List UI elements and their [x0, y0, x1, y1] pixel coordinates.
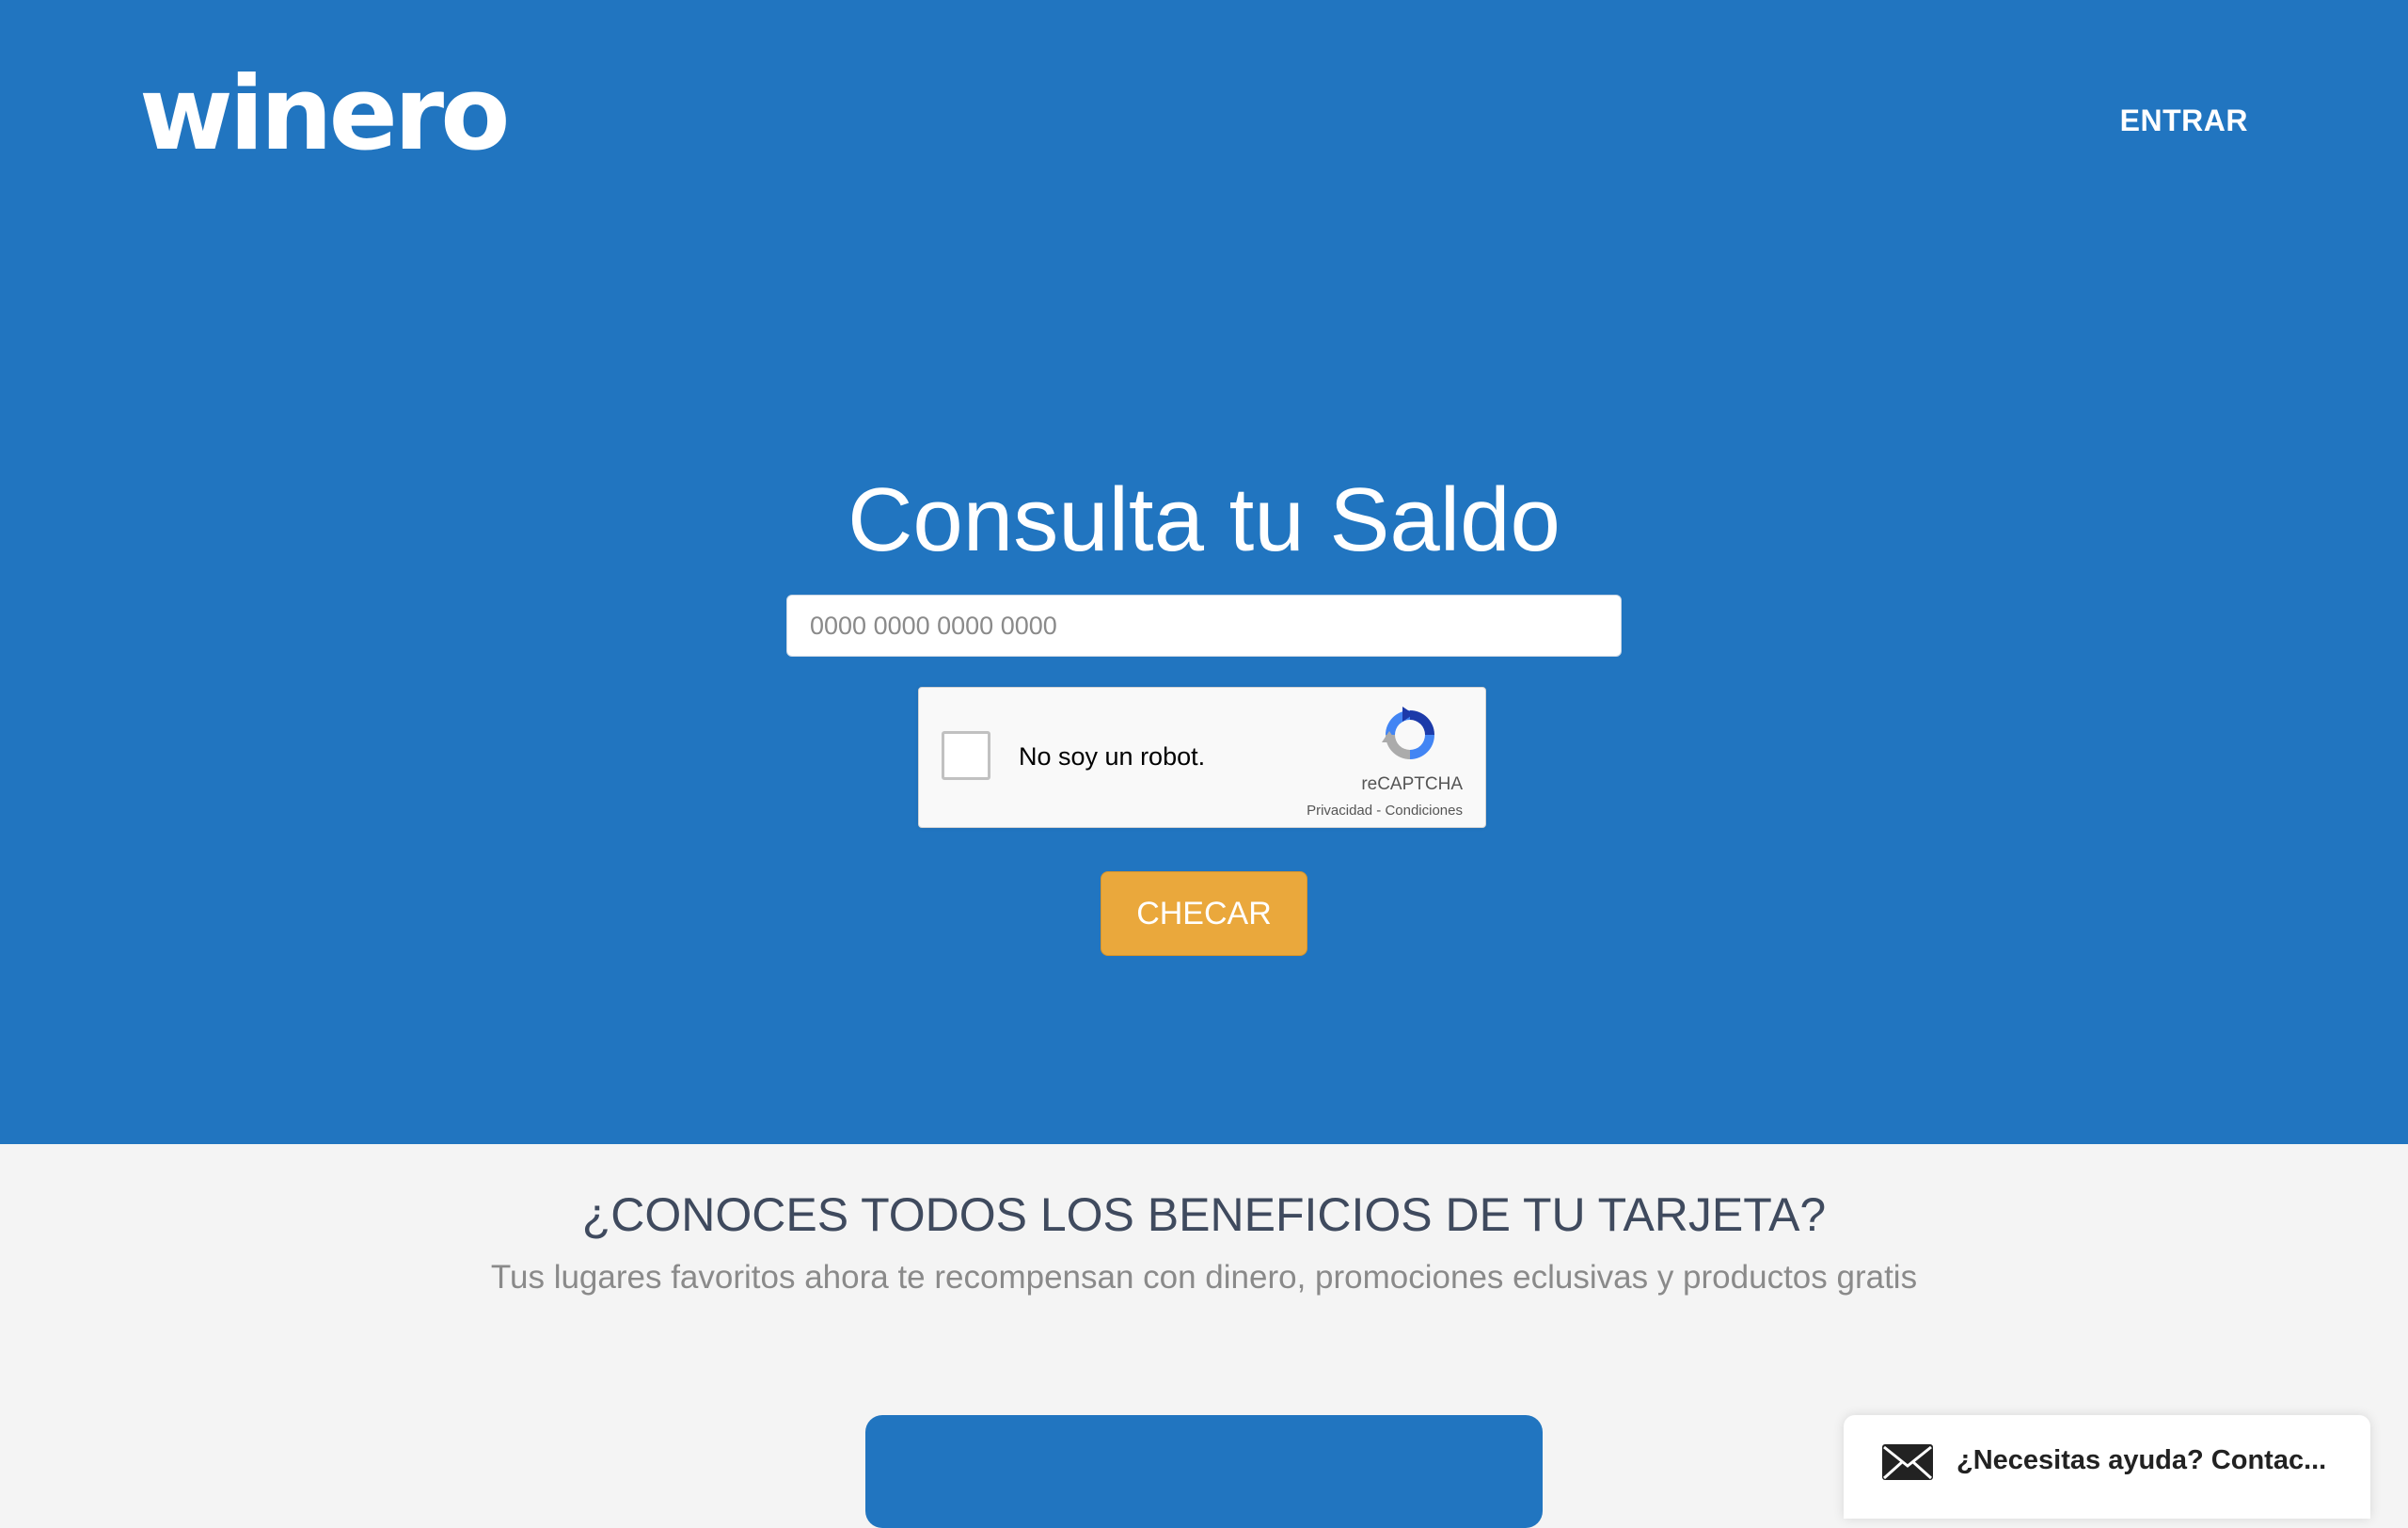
recaptcha-brand: reCAPTCHA: [1361, 774, 1463, 794]
recaptcha-icon: [1382, 707, 1434, 759]
login-link[interactable]: ENTRAR: [2120, 103, 2248, 138]
hero-section: winero ENTRAR Consulta tu Saldo No soy u…: [0, 0, 2408, 1144]
recaptcha-checkbox[interactable]: [942, 731, 990, 780]
benefits-card: [865, 1415, 1543, 1528]
recaptcha-widget: No soy un robot. reCAPTCHA Privacidad - …: [918, 687, 1486, 828]
check-balance-button[interactable]: CHECAR: [1101, 871, 1307, 956]
benefits-subtitle: Tus lugares favoritos ahora te recompens…: [490, 1259, 1918, 1296]
page-title: Consulta tu Saldo: [848, 470, 1560, 570]
help-contact-widget[interactable]: ¿Necesitas ayuda? Contac...: [1844, 1415, 2370, 1519]
help-widget-label: ¿Necesitas ayuda? Contac...: [1956, 1445, 2327, 1475]
card-number-input[interactable]: [786, 595, 1622, 657]
mail-icon: [1882, 1444, 1933, 1480]
winero-logo[interactable]: winero: [139, 64, 510, 166]
benefits-title: ¿CONOCES TODOS LOS BENEFICIOS DE TU TARJ…: [581, 1188, 1827, 1241]
recaptcha-label: No soy un robot.: [1019, 742, 1206, 771]
recaptcha-privacy-terms[interactable]: Privacidad - Condiciones: [1307, 803, 1463, 819]
